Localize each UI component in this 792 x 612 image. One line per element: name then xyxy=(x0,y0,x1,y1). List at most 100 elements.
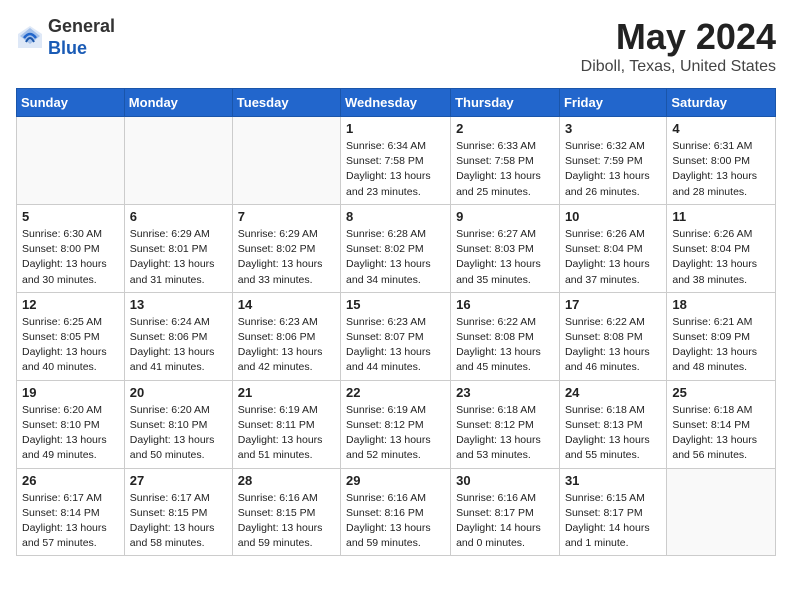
day-info: Sunrise: 6:26 AMSunset: 8:04 PMDaylight:… xyxy=(672,227,770,288)
calendar-cell: 18Sunrise: 6:21 AMSunset: 8:09 PMDayligh… xyxy=(667,292,776,380)
location: Diboll, Texas, United States xyxy=(581,58,776,76)
day-info: Sunrise: 6:34 AMSunset: 7:58 PMDaylight:… xyxy=(346,139,445,200)
calendar-cell: 5Sunrise: 6:30 AMSunset: 8:00 PMDaylight… xyxy=(17,204,125,292)
calendar-cell: 10 Sunrise: 6:26 AMSunset: 8:04 PMDayligh… xyxy=(559,204,666,292)
day-info: Sunrise: 6:32 AMSunset: 7:59 PMDaylight:… xyxy=(565,139,661,200)
day-number: 27 xyxy=(130,473,227,488)
logo: General Blue xyxy=(16,16,115,59)
calendar-table: SundayMondayTuesdayWednesdayThursdayFrid… xyxy=(16,88,776,556)
day-number: 18 xyxy=(672,297,770,312)
day-number: 20 xyxy=(130,385,227,400)
day-info: Sunrise: 6:26 AMSunset: 8:04 PMDaylight:… xyxy=(565,227,661,288)
calendar-cell: 28 Sunrise: 6:16 AMSunset: 8:15 PMDayligh… xyxy=(232,468,340,556)
day-number: 17 xyxy=(565,297,661,312)
day-info: Sunrise: 6:18 AMSunset: 8:14 PMDaylight:… xyxy=(672,403,770,464)
day-info: Sunrise: 6:17 AMSunset: 8:14 PMDaylight:… xyxy=(22,491,119,552)
calendar-cell: 21 Sunrise: 6:19 AMSunset: 8:11 PMDayligh… xyxy=(232,380,340,468)
day-number: 11 xyxy=(672,209,770,224)
day-info: Sunrise: 6:16 AMSunset: 8:16 PMDaylight:… xyxy=(346,491,445,552)
calendar-cell: 9 Sunrise: 6:27 AMSunset: 8:03 PMDaylight… xyxy=(451,204,560,292)
calendar-cell: 17Sunrise: 6:22 AMSunset: 8:08 PMDayligh… xyxy=(559,292,666,380)
calendar-cell: 22 Sunrise: 6:19 AMSunset: 8:12 PMDayligh… xyxy=(341,380,451,468)
weekday-header-tuesday: Tuesday xyxy=(232,89,340,117)
day-number: 8 xyxy=(346,209,445,224)
calendar-cell xyxy=(667,468,776,556)
calendar-cell: 4Sunrise: 6:31 AMSunset: 8:00 PMDaylight… xyxy=(667,117,776,205)
weekday-header-saturday: Saturday xyxy=(667,89,776,117)
weekday-header-thursday: Thursday xyxy=(451,89,560,117)
calendar-cell xyxy=(17,117,125,205)
day-number: 30 xyxy=(456,473,554,488)
day-number: 19 xyxy=(22,385,119,400)
calendar-cell: 24 Sunrise: 6:18 AMSunset: 8:13 PMDayligh… xyxy=(559,380,666,468)
calendar-cell: 25 Sunrise: 6:18 AMSunset: 8:14 PMDayligh… xyxy=(667,380,776,468)
day-info: Sunrise: 6:22 AMSunset: 8:08 PMDaylight:… xyxy=(456,315,554,376)
day-info: Sunrise: 6:25 AMSunset: 8:05 PMDaylight:… xyxy=(22,315,119,376)
day-number: 29 xyxy=(346,473,445,488)
day-info: Sunrise: 6:20 AMSunset: 8:10 PMDaylight:… xyxy=(130,403,227,464)
day-number: 12 xyxy=(22,297,119,312)
weekday-header-monday: Monday xyxy=(124,89,232,117)
logo-text: General Blue xyxy=(48,16,115,59)
calendar-cell: 16 Sunrise: 6:22 AMSunset: 8:08 PMDayligh… xyxy=(451,292,560,380)
day-number: 23 xyxy=(456,385,554,400)
calendar-week-4: 19 Sunrise: 6:20 AMSunset: 8:10 PMDayligh… xyxy=(17,380,776,468)
day-number: 10 xyxy=(565,209,661,224)
calendar-cell: 27 Sunrise: 6:17 AMSunset: 8:15 PMDayligh… xyxy=(124,468,232,556)
day-info: Sunrise: 6:16 AMSunset: 8:15 PMDaylight:… xyxy=(238,491,335,552)
calendar-cell: 29 Sunrise: 6:16 AMSunset: 8:16 PMDayligh… xyxy=(341,468,451,556)
day-info: Sunrise: 6:29 AMSunset: 8:02 PMDaylight:… xyxy=(238,227,335,288)
day-info: Sunrise: 6:18 AMSunset: 8:13 PMDaylight:… xyxy=(565,403,661,464)
calendar-cell: 15 Sunrise: 6:23 AMSunset: 8:07 PMDayligh… xyxy=(341,292,451,380)
day-number: 28 xyxy=(238,473,335,488)
day-info: Sunrise: 6:19 AMSunset: 8:12 PMDaylight:… xyxy=(346,403,445,464)
weekday-header-sunday: Sunday xyxy=(17,89,125,117)
day-number: 2 xyxy=(456,121,554,136)
day-number: 13 xyxy=(130,297,227,312)
day-info: Sunrise: 6:23 AMSunset: 8:07 PMDaylight:… xyxy=(346,315,445,376)
calendar-cell: 2Sunrise: 6:33 AMSunset: 7:58 PMDaylight… xyxy=(451,117,560,205)
calendar-cell: 23 Sunrise: 6:18 AMSunset: 8:12 PMDayligh… xyxy=(451,380,560,468)
day-number: 1 xyxy=(346,121,445,136)
day-number: 25 xyxy=(672,385,770,400)
day-info: Sunrise: 6:18 AMSunset: 8:12 PMDaylight:… xyxy=(456,403,554,464)
day-info: Sunrise: 6:20 AMSunset: 8:10 PMDaylight:… xyxy=(22,403,119,464)
calendar-week-5: 26 Sunrise: 6:17 AMSunset: 8:14 PMDayligh… xyxy=(17,468,776,556)
calendar-cell: 30 Sunrise: 6:16 AMSunset: 8:17 PMDayligh… xyxy=(451,468,560,556)
day-info: Sunrise: 6:27 AMSunset: 8:03 PMDaylight:… xyxy=(456,227,554,288)
day-info: Sunrise: 6:28 AMSunset: 8:02 PMDaylight:… xyxy=(346,227,445,288)
calendar-cell: 11 Sunrise: 6:26 AMSunset: 8:04 PMDayligh… xyxy=(667,204,776,292)
day-number: 22 xyxy=(346,385,445,400)
day-number: 7 xyxy=(238,209,335,224)
day-info: Sunrise: 6:23 AMSunset: 8:06 PMDaylight:… xyxy=(238,315,335,376)
day-number: 5 xyxy=(22,209,119,224)
calendar-week-1: 1 Sunrise: 6:34 AMSunset: 7:58 PMDaylight… xyxy=(17,117,776,205)
calendar-cell: 8 Sunrise: 6:28 AMSunset: 8:02 PMDaylight… xyxy=(341,204,451,292)
day-info: Sunrise: 6:19 AMSunset: 8:11 PMDaylight:… xyxy=(238,403,335,464)
day-number: 15 xyxy=(346,297,445,312)
day-number: 26 xyxy=(22,473,119,488)
day-number: 24 xyxy=(565,385,661,400)
day-number: 9 xyxy=(456,209,554,224)
calendar-cell: 19 Sunrise: 6:20 AMSunset: 8:10 PMDayligh… xyxy=(17,380,125,468)
day-info: Sunrise: 6:17 AMSunset: 8:15 PMDaylight:… xyxy=(130,491,227,552)
weekday-header-row: SundayMondayTuesdayWednesdayThursdayFrid… xyxy=(17,89,776,117)
day-number: 21 xyxy=(238,385,335,400)
day-number: 16 xyxy=(456,297,554,312)
day-info: Sunrise: 6:15 AMSunset: 8:17 PMDaylight:… xyxy=(565,491,661,552)
weekday-header-wednesday: Wednesday xyxy=(341,89,451,117)
calendar-cell: 14Sunrise: 6:23 AMSunset: 8:06 PMDayligh… xyxy=(232,292,340,380)
calendar-cell: 7 Sunrise: 6:29 AMSunset: 8:02 PMDaylight… xyxy=(232,204,340,292)
day-info: Sunrise: 6:29 AMSunset: 8:01 PMDaylight:… xyxy=(130,227,227,288)
title-block: May 2024 Diboll, Texas, United States xyxy=(581,16,776,76)
calendar-cell: 31Sunrise: 6:15 AMSunset: 8:17 PMDayligh… xyxy=(559,468,666,556)
day-info: Sunrise: 6:16 AMSunset: 8:17 PMDaylight:… xyxy=(456,491,554,552)
calendar-week-2: 5Sunrise: 6:30 AMSunset: 8:00 PMDaylight… xyxy=(17,204,776,292)
day-info: Sunrise: 6:24 AMSunset: 8:06 PMDaylight:… xyxy=(130,315,227,376)
calendar-cell: 20 Sunrise: 6:20 AMSunset: 8:10 PMDayligh… xyxy=(124,380,232,468)
logo-icon xyxy=(16,24,44,52)
calendar-cell: 26 Sunrise: 6:17 AMSunset: 8:14 PMDayligh… xyxy=(17,468,125,556)
day-number: 4 xyxy=(672,121,770,136)
day-number: 6 xyxy=(130,209,227,224)
calendar-cell: 13 Sunrise: 6:24 AMSunset: 8:06 PMDayligh… xyxy=(124,292,232,380)
